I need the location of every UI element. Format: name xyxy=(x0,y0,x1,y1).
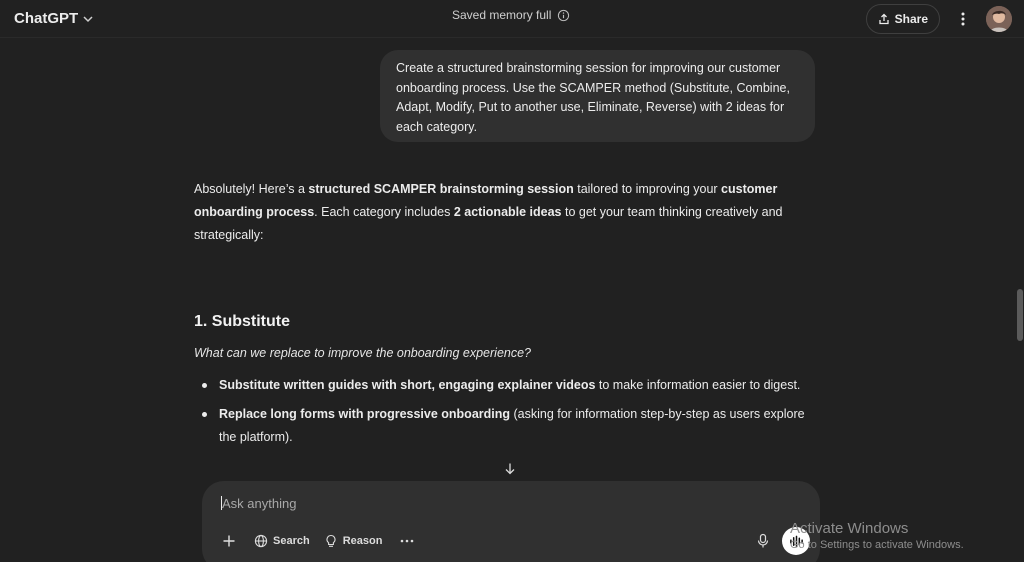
prompt-input[interactable] xyxy=(222,493,782,513)
bullet-dot xyxy=(202,383,207,388)
search-label: Search xyxy=(273,535,310,547)
search-button[interactable]: Search xyxy=(254,529,310,553)
section-question: What can we replace to improve the onboa… xyxy=(194,346,532,360)
arrow-down-icon[interactable] xyxy=(503,462,517,476)
reason-button[interactable]: Reason xyxy=(324,529,383,553)
bulb-icon xyxy=(326,534,336,547)
plus-icon xyxy=(223,535,235,547)
text-caret xyxy=(221,496,222,510)
intro-part: 2 actionable ideas xyxy=(453,205,562,219)
list-item: Replace long forms with progressive onbo… xyxy=(200,403,820,449)
more-icon xyxy=(401,539,414,543)
more-tools-button[interactable] xyxy=(396,530,418,552)
idea-title: Replace long forms with progressive onbo… xyxy=(219,407,511,421)
more-options-button[interactable] xyxy=(950,6,976,32)
user-message-text: Create a structured brainstorming sessio… xyxy=(396,61,790,134)
memory-status[interactable]: Saved memory full xyxy=(452,8,570,22)
intro-part: . Each category includes xyxy=(314,205,454,219)
info-icon xyxy=(558,9,570,21)
intro-part: tailored to improving your xyxy=(573,182,722,196)
kebab-icon xyxy=(961,12,965,25)
share-icon xyxy=(878,13,889,24)
idea-title: Substitute written guides with short, en… xyxy=(219,378,596,392)
model-selector[interactable]: ChatGPT xyxy=(14,10,94,27)
share-label: Share xyxy=(894,11,928,26)
voice-wave-icon xyxy=(789,535,803,547)
composer-tools: Search Reason xyxy=(218,529,418,553)
share-button[interactable]: Share xyxy=(865,3,940,34)
avatar[interactable] xyxy=(986,5,1012,32)
chevron-down-icon xyxy=(83,15,93,22)
mic-icon[interactable] xyxy=(754,532,772,550)
memory-status-label: Saved memory full xyxy=(452,8,552,22)
model-label: ChatGPT xyxy=(14,10,79,27)
globe-icon xyxy=(254,534,268,548)
section-heading: 1. Substitute xyxy=(194,313,291,330)
bullet-dot xyxy=(202,412,207,417)
idea-list: Substitute written guides with short, en… xyxy=(200,374,820,455)
reason-label: Reason xyxy=(342,535,383,547)
attach-button[interactable] xyxy=(218,530,240,552)
list-item: Substitute written guides with short, en… xyxy=(200,374,820,397)
assistant-intro: Absolutely! Here’s a structured SCAMPER … xyxy=(194,178,824,247)
intro-part: Absolutely! Here’s a xyxy=(194,182,309,196)
scrollbar-thumb[interactable] xyxy=(1017,289,1023,341)
intro-part: structured SCAMPER brainstorming session xyxy=(308,182,574,196)
voice-mode-button[interactable] xyxy=(782,527,810,555)
idea-detail: to make information easier to digest. xyxy=(595,378,801,392)
user-message-bubble: Create a structured brainstorming sessio… xyxy=(380,50,815,142)
composer: Search Reason xyxy=(202,481,820,562)
